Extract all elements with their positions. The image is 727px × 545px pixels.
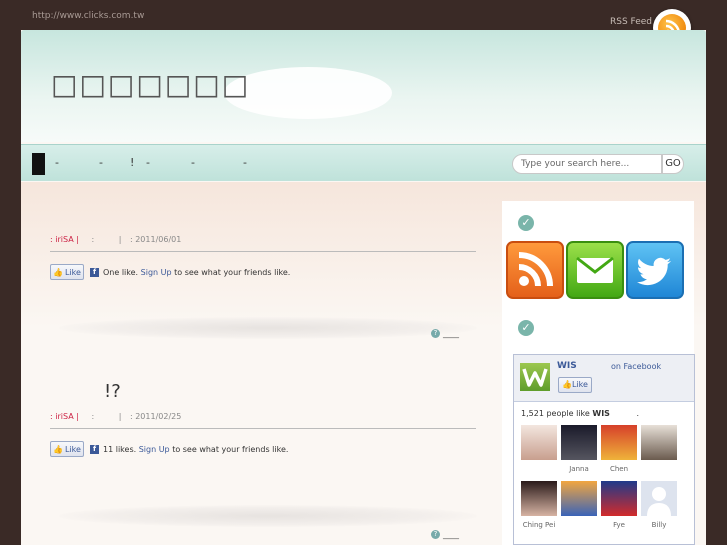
read-more-label: ____ xyxy=(443,329,459,338)
fan-avatar[interactable] xyxy=(521,425,557,460)
facebook-like-button[interactable]: 👍 Like xyxy=(50,441,84,457)
thumbs-up-icon: 👍 xyxy=(53,444,63,454)
facebook-like-button[interactable]: 👍 Like xyxy=(50,264,84,280)
like-rest: to see what your friends like. xyxy=(172,444,289,454)
nav-bar: - - ! - - - Type your search here... GO xyxy=(21,144,706,181)
post-author[interactable]: : iriSA | xyxy=(50,235,79,244)
meta-sep: | xyxy=(118,412,122,421)
wis-logo-icon[interactable] xyxy=(520,363,550,391)
post-separator xyxy=(59,505,477,527)
post-2: : iriSA | : | : 2011/02/25 👍 Like f 11 li… xyxy=(50,412,476,457)
meta-sep: : xyxy=(91,412,95,421)
facebook-icon: f xyxy=(90,267,99,277)
nav-item-1[interactable]: - xyxy=(55,156,99,169)
fan-name[interactable]: Billy xyxy=(641,521,677,529)
post-date: : 2011/06/01 xyxy=(129,235,182,244)
mail-icon[interactable] xyxy=(566,241,624,299)
nav-item-2[interactable]: - xyxy=(99,156,130,169)
like-count: One like. xyxy=(103,267,139,277)
fan-avatar[interactable] xyxy=(641,481,677,516)
fan-avatar[interactable] xyxy=(641,425,677,460)
post-meta: : iriSA | : | : 2011/02/25 xyxy=(50,412,476,429)
thumbs-up-icon: 👍 xyxy=(562,380,572,389)
fan-name[interactable]: Fye xyxy=(601,521,637,529)
post-title[interactable]: !? xyxy=(104,381,121,402)
like-label: Like xyxy=(65,267,81,277)
fan-name[interactable]: Chen xyxy=(601,465,637,473)
page-container: □□□□□□□ - - ! - - - Type your search her… xyxy=(21,30,706,545)
sidebar: ✓ ✓ WIS on Facebook 👍Like 1,521 people l… xyxy=(502,201,695,545)
meta-sep: : xyxy=(91,235,95,244)
facebook-like-box: WIS on Facebook 👍Like 1,521 people like … xyxy=(513,354,695,545)
like-count: 11 likes. xyxy=(103,444,137,454)
header: □□□□□□□ xyxy=(21,30,706,142)
like-rest: to see what your friends like. xyxy=(174,267,291,277)
nav-items: - - ! - - - xyxy=(55,156,263,169)
facebook-like-bar: 👍 Like f One like. Sign Up to see what yo… xyxy=(50,264,476,280)
read-more-link[interactable]: ? ____ xyxy=(431,329,459,338)
on-facebook-link[interactable]: on Facebook xyxy=(611,362,661,371)
post-date: : 2011/02/25 xyxy=(129,412,182,421)
meta-sep: | xyxy=(118,235,122,244)
checkmark-icon: ✓ xyxy=(518,215,534,231)
nav-item-5[interactable]: - xyxy=(191,156,243,169)
fan-name[interactable]: Ching Pei xyxy=(521,521,557,529)
twitter-bird-icon[interactable] xyxy=(626,241,684,299)
like-label: Like xyxy=(572,380,588,389)
fb-page-name[interactable]: WIS xyxy=(557,361,577,371)
fan-name[interactable]: Janna xyxy=(561,465,597,473)
thumbs-up-icon: 👍 xyxy=(53,267,63,277)
fan-avatar[interactable] xyxy=(601,481,637,516)
like-label: Like xyxy=(65,444,81,454)
url-text[interactable]: http://www.clicks.com.tw xyxy=(32,11,144,21)
read-more-link[interactable]: ? ____ xyxy=(431,530,459,539)
fb-count-end: . xyxy=(636,409,640,418)
post-separator xyxy=(59,317,477,339)
fb-page-like-button[interactable]: 👍Like xyxy=(558,377,592,393)
fan-avatar[interactable] xyxy=(521,481,557,516)
fb-count-name: WIS xyxy=(592,409,610,418)
fb-header: WIS on Facebook 👍Like xyxy=(514,355,694,402)
fan-avatar[interactable] xyxy=(601,425,637,460)
question-icon: ? xyxy=(431,329,440,338)
post-meta: : iriSA | : | : 2011/06/01 xyxy=(50,235,476,252)
rss-feed-link[interactable]: RSS Feed xyxy=(610,17,652,27)
read-more-label: ____ xyxy=(443,530,459,539)
nav-item-6[interactable]: - xyxy=(243,156,263,169)
nav-item-3[interactable]: ! xyxy=(130,156,146,169)
signup-link[interactable]: Sign Up xyxy=(139,445,170,454)
facebook-icon: f xyxy=(90,444,99,454)
signup-link[interactable]: Sign Up xyxy=(141,268,172,277)
search-go-button[interactable]: GO xyxy=(662,154,684,174)
fan-avatar[interactable] xyxy=(561,481,597,516)
fan-avatar[interactable] xyxy=(561,425,597,460)
post-1: : iriSA | : | : 2011/06/01 👍 Like f One l… xyxy=(50,235,476,280)
question-icon: ? xyxy=(431,530,440,539)
facebook-like-bar: 👍 Like f 11 likes. Sign Up to see what yo… xyxy=(50,441,476,457)
fb-count-text: 1,521 people like xyxy=(521,409,590,418)
fb-like-count: 1,521 people like WIS . xyxy=(521,409,639,418)
rss-icon[interactable] xyxy=(506,241,564,299)
site-title[interactable]: □□□□□□□ xyxy=(51,68,250,101)
search-input[interactable]: Type your search here... xyxy=(512,154,662,174)
post-author[interactable]: : iriSA | xyxy=(50,412,79,421)
nav-item-4[interactable]: - xyxy=(146,156,191,169)
checkmark-icon: ✓ xyxy=(518,320,534,336)
nav-home-block[interactable] xyxy=(32,153,45,175)
